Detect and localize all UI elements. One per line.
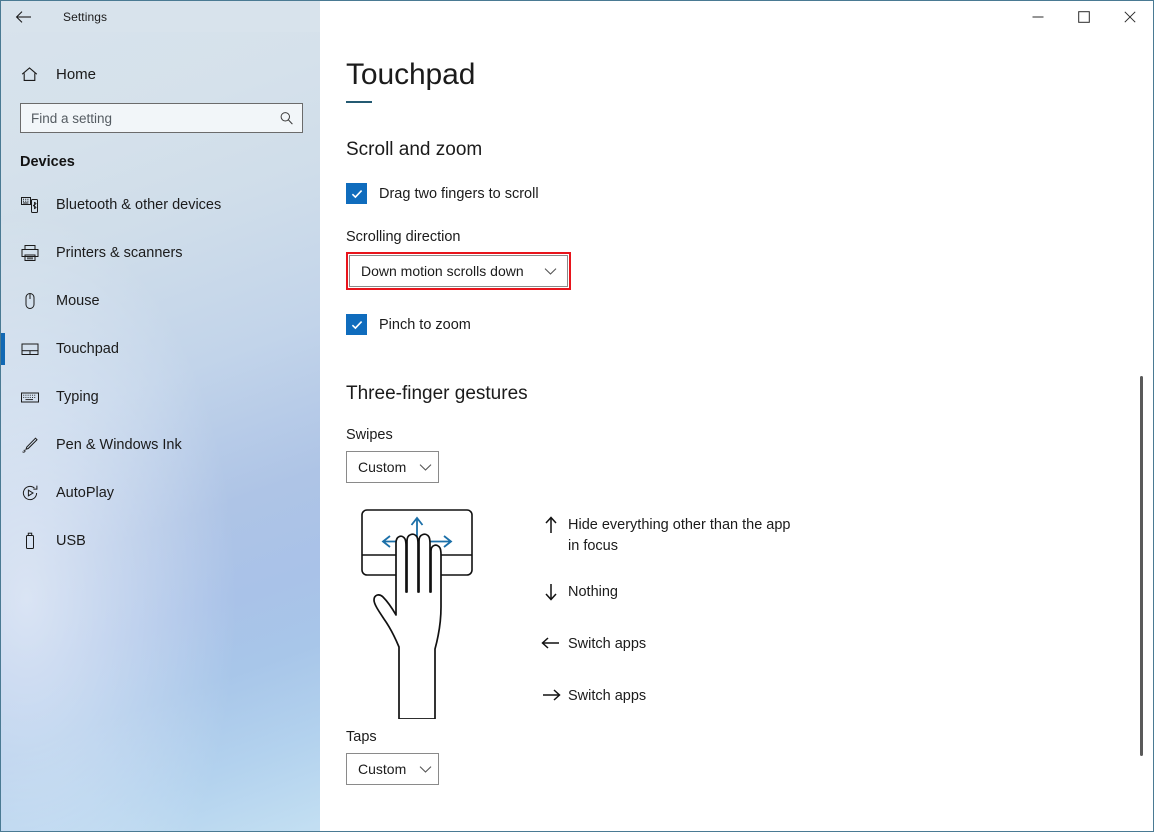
three-finger-swipe-diagram xyxy=(346,507,506,724)
gesture-row-up: Hide everything other than the app in fo… xyxy=(534,515,798,557)
drag-two-fingers-checkbox[interactable] xyxy=(346,183,367,204)
scrolling-direction-label: Scrolling direction xyxy=(346,229,1153,245)
window-title: Settings xyxy=(63,10,107,24)
printer-icon xyxy=(20,243,50,263)
minimize-icon xyxy=(1032,11,1044,23)
home-icon xyxy=(20,65,48,84)
scrollbar-thumb[interactable] xyxy=(1140,376,1143,756)
arrow-up-icon xyxy=(534,515,568,534)
sidebar-item-label: Mouse xyxy=(56,293,100,309)
sidebar-item-pen-windows-ink[interactable]: Pen & Windows Ink xyxy=(1,421,320,469)
maximize-icon xyxy=(1078,11,1090,23)
back-arrow-icon xyxy=(15,10,32,24)
sidebar-item-typing[interactable]: Typing xyxy=(1,373,320,421)
sidebar-item-autoplay[interactable]: AutoPlay xyxy=(1,469,320,517)
scroll-and-zoom-heading: Scroll and zoom xyxy=(346,139,1153,161)
sidebar-item-label: Printers & scanners xyxy=(56,245,183,261)
sidebar-item-touchpad[interactable]: Touchpad xyxy=(1,325,320,373)
search-icon[interactable] xyxy=(279,111,294,126)
checkmark-icon xyxy=(350,318,364,332)
usb-icon xyxy=(20,531,50,551)
sidebar-item-label: USB xyxy=(56,533,86,549)
gesture-action-label: Switch apps xyxy=(568,634,646,655)
swipes-label: Swipes xyxy=(346,427,1153,443)
sidebar-category-label: Devices xyxy=(20,154,320,170)
title-bar: Settings xyxy=(1,1,1153,32)
keyboard-icon xyxy=(20,387,50,407)
sidebar-item-label: Typing xyxy=(56,389,99,405)
close-icon xyxy=(1124,11,1136,23)
gesture-row-down: Nothing xyxy=(534,582,798,603)
content-scrollbar[interactable] xyxy=(1140,76,1143,831)
mouse-icon xyxy=(20,291,50,311)
gesture-action-label: Nothing xyxy=(568,582,618,603)
pinch-to-zoom-checkbox-row[interactable]: Pinch to zoom xyxy=(346,314,1153,335)
maximize-button[interactable] xyxy=(1061,1,1107,32)
bluetooth-devices-icon xyxy=(20,195,50,215)
gesture-row-right: Switch apps xyxy=(534,686,798,707)
chevron-down-icon xyxy=(419,765,432,774)
touchpad-icon xyxy=(20,339,50,359)
chevron-down-icon xyxy=(544,267,557,276)
scrolling-direction-value: Down motion scrolls down xyxy=(361,263,524,279)
sidebar-item-label: Touchpad xyxy=(56,341,119,357)
search-input[interactable] xyxy=(21,104,302,132)
swipes-value: Custom xyxy=(358,459,406,475)
swipes-dropdown[interactable]: Custom xyxy=(346,451,439,483)
pen-icon xyxy=(20,435,50,455)
sidebar-item-bluetooth-other-devices[interactable]: Bluetooth & other devices xyxy=(1,181,320,229)
gesture-action-label: Hide everything other than the app in fo… xyxy=(568,515,798,557)
drag-two-fingers-checkbox-row[interactable]: Drag two fingers to scroll xyxy=(346,183,1153,204)
chevron-down-icon xyxy=(419,463,432,472)
pinch-to-zoom-checkbox[interactable] xyxy=(346,314,367,335)
scrolling-direction-dropdown[interactable]: Down motion scrolls down xyxy=(349,255,568,287)
title-underline xyxy=(346,101,372,103)
scrolling-direction-highlight: Down motion scrolls down xyxy=(346,252,571,290)
three-finger-gesture-area: Hide everything other than the app in fo… xyxy=(346,507,1153,724)
sidebar-item-usb[interactable]: USB xyxy=(1,517,320,565)
settings-window: Home Devices xyxy=(0,0,1154,832)
autoplay-icon xyxy=(20,483,50,503)
minimize-button[interactable] xyxy=(1015,1,1061,32)
gesture-action-list: Hide everything other than the app in fo… xyxy=(534,507,798,724)
sidebar: Home Devices xyxy=(1,1,320,831)
close-button[interactable] xyxy=(1107,1,1153,32)
checkmark-icon xyxy=(350,187,364,201)
page-title: Touchpad xyxy=(346,58,1153,92)
gesture-row-left: Switch apps xyxy=(534,634,798,655)
three-finger-gestures-heading: Three-finger gestures xyxy=(346,383,1153,405)
sidebar-nav-list: Bluetooth & other devices Printers & sca… xyxy=(1,181,320,565)
arrow-left-icon xyxy=(534,634,568,651)
main-content: Touchpad Scroll and zoom Drag two finger… xyxy=(320,32,1153,831)
sidebar-item-printers-scanners[interactable]: Printers & scanners xyxy=(1,229,320,277)
taps-label: Taps xyxy=(346,729,1153,745)
back-button[interactable] xyxy=(1,1,45,32)
sidebar-item-home[interactable]: Home xyxy=(1,55,320,93)
sidebar-item-mouse[interactable]: Mouse xyxy=(1,277,320,325)
arrow-right-icon xyxy=(534,686,568,703)
drag-two-fingers-label: Drag two fingers to scroll xyxy=(379,186,539,202)
sidebar-home-label: Home xyxy=(56,66,96,83)
sidebar-item-label: Bluetooth & other devices xyxy=(56,197,221,213)
taps-dropdown[interactable]: Custom xyxy=(346,753,439,785)
search-box[interactable] xyxy=(20,103,303,133)
gesture-action-label: Switch apps xyxy=(568,686,646,707)
sidebar-item-label: Pen & Windows Ink xyxy=(56,437,182,453)
sidebar-item-label: AutoPlay xyxy=(56,485,114,501)
taps-value: Custom xyxy=(358,761,406,777)
pinch-to-zoom-label: Pinch to zoom xyxy=(379,317,471,333)
arrow-down-icon xyxy=(534,582,568,601)
